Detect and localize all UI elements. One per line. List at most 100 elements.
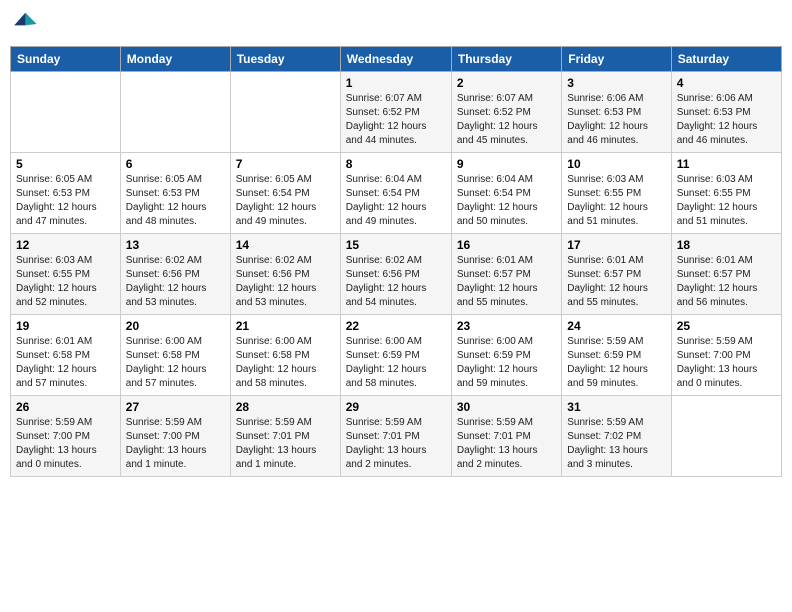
- day-number: 12: [16, 238, 115, 252]
- day-cell: 19Sunrise: 6:01 AM Sunset: 6:58 PM Dayli…: [11, 315, 121, 396]
- day-cell: 16 Sunrise: 6:01 AM Sunset: 6:57 PM Dayli…: [451, 234, 561, 315]
- header: [10, 10, 782, 38]
- day-cell: 24 Sunrise: 5:59 AM Sunset: 6:59 PM Dayli…: [562, 315, 671, 396]
- day-cell: 23Sunrise: 6:00 AM Sunset: 6:59 PM Dayli…: [451, 315, 561, 396]
- day-cell: 29 Sunrise: 5:59 AM Sunset: 7:01 PM Dayli…: [340, 396, 451, 477]
- day-info: Sunrise: 6:05 AM Sunset: 6:53 PM Dayligh…: [16, 173, 115, 229]
- day-info: Sunrise: 6:06 AM Sunset: 6:53 PM Dayligh…: [567, 92, 665, 148]
- day-info: Sunrise: 5:59 AM Sunset: 6:59 PM Dayligh…: [567, 335, 665, 391]
- day-number: 5: [16, 157, 115, 171]
- header-day-thursday: Thursday: [451, 47, 561, 72]
- day-cell: 10 Sunrise: 6:03 AM Sunset: 6:55 PM Dayli…: [562, 153, 671, 234]
- week-row-2: 5 Sunrise: 6:05 AM Sunset: 6:53 PM Daylig…: [11, 153, 782, 234]
- day-cell: 7 Sunrise: 6:05 AM Sunset: 6:54 PM Daylig…: [230, 153, 340, 234]
- day-number: 16: [457, 238, 556, 252]
- day-info: Sunrise: 6:03 AM Sunset: 6:55 PM Dayligh…: [567, 173, 665, 229]
- day-cell: 18 Sunrise: 6:01 AM Sunset: 6:57 PM Dayli…: [671, 234, 781, 315]
- day-info: Sunrise: 5:59 AM Sunset: 7:00 PM Dayligh…: [126, 416, 225, 472]
- day-cell: 12 Sunrise: 6:03 AM Sunset: 6:55 PM Dayli…: [11, 234, 121, 315]
- header-day-wednesday: Wednesday: [340, 47, 451, 72]
- day-cell: 25 Sunrise: 5:59 AM Sunset: 7:00 PM Dayli…: [671, 315, 781, 396]
- day-number: 26: [16, 400, 115, 414]
- day-info: Sunrise: 6:02 AM Sunset: 6:56 PM Dayligh…: [346, 254, 446, 310]
- day-number: 29: [346, 400, 446, 414]
- day-info: Sunrise: 6:05 AM Sunset: 6:53 PM Dayligh…: [126, 173, 225, 229]
- logo-icon: [10, 10, 38, 38]
- week-row-5: 26 Sunrise: 5:59 AM Sunset: 7:00 PM Dayli…: [11, 396, 782, 477]
- day-info: Sunrise: 5:59 AM Sunset: 7:00 PM Dayligh…: [16, 416, 115, 472]
- day-cell: 17 Sunrise: 6:01 AM Sunset: 6:57 PM Dayli…: [562, 234, 671, 315]
- week-row-1: 1 Sunrise: 6:07 AM Sunset: 6:52 PM Daylig…: [11, 72, 782, 153]
- day-number: 14: [236, 238, 335, 252]
- day-number: 13: [126, 238, 225, 252]
- day-number: 24: [567, 319, 665, 333]
- day-cell: 22 Sunrise: 6:00 AM Sunset: 6:59 PM Dayli…: [340, 315, 451, 396]
- day-number: 30: [457, 400, 556, 414]
- day-info: Sunrise: 6:00 AM Sunset: 6:58 PM Dayligh…: [236, 335, 335, 391]
- day-cell: 1 Sunrise: 6:07 AM Sunset: 6:52 PM Daylig…: [340, 72, 451, 153]
- day-number: 8: [346, 157, 446, 171]
- day-number: 19: [16, 319, 115, 333]
- day-info: Sunrise: 5:59 AM Sunset: 7:00 PM Dayligh…: [677, 335, 776, 391]
- day-info: Sunrise: 6:07 AM Sunset: 6:52 PM Dayligh…: [457, 92, 556, 148]
- header-day-monday: Monday: [120, 47, 230, 72]
- day-cell: 13 Sunrise: 6:02 AM Sunset: 6:56 PM Dayli…: [120, 234, 230, 315]
- day-cell: 9 Sunrise: 6:04 AM Sunset: 6:54 PM Daylig…: [451, 153, 561, 234]
- day-cell: [230, 72, 340, 153]
- day-number: 22: [346, 319, 446, 333]
- day-number: 17: [567, 238, 665, 252]
- day-number: 11: [677, 157, 776, 171]
- day-info: Sunrise: 6:00 AM Sunset: 6:59 PM Dayligh…: [457, 335, 556, 391]
- week-row-3: 12 Sunrise: 6:03 AM Sunset: 6:55 PM Dayli…: [11, 234, 782, 315]
- day-info: Sunrise: 5:59 AM Sunset: 7:01 PM Dayligh…: [236, 416, 335, 472]
- header-day-sunday: Sunday: [11, 47, 121, 72]
- day-info: Sunrise: 6:05 AM Sunset: 6:54 PM Dayligh…: [236, 173, 335, 229]
- day-info: Sunrise: 6:07 AM Sunset: 6:52 PM Dayligh…: [346, 92, 446, 148]
- day-info: Sunrise: 6:01 AM Sunset: 6:57 PM Dayligh…: [677, 254, 776, 310]
- day-number: 10: [567, 157, 665, 171]
- day-number: 18: [677, 238, 776, 252]
- day-info: Sunrise: 5:59 AM Sunset: 7:01 PM Dayligh…: [457, 416, 556, 472]
- day-cell: 27 Sunrise: 5:59 AM Sunset: 7:00 PM Dayli…: [120, 396, 230, 477]
- day-cell: 6 Sunrise: 6:05 AM Sunset: 6:53 PM Daylig…: [120, 153, 230, 234]
- header-row: SundayMondayTuesdayWednesdayThursdayFrid…: [11, 47, 782, 72]
- day-number: 3: [567, 76, 665, 90]
- day-cell: 8 Sunrise: 6:04 AM Sunset: 6:54 PM Daylig…: [340, 153, 451, 234]
- day-cell: [671, 396, 781, 477]
- day-number: 2: [457, 76, 556, 90]
- day-number: 9: [457, 157, 556, 171]
- header-day-tuesday: Tuesday: [230, 47, 340, 72]
- day-cell: 21 Sunrise: 6:00 AM Sunset: 6:58 PM Dayli…: [230, 315, 340, 396]
- day-cell: 4Sunrise: 6:06 AM Sunset: 6:53 PM Daylig…: [671, 72, 781, 153]
- day-cell: 3 Sunrise: 6:06 AM Sunset: 6:53 PM Daylig…: [562, 72, 671, 153]
- day-cell: 5 Sunrise: 6:05 AM Sunset: 6:53 PM Daylig…: [11, 153, 121, 234]
- day-number: 7: [236, 157, 335, 171]
- day-number: 27: [126, 400, 225, 414]
- day-number: 1: [346, 76, 446, 90]
- day-cell: 28Sunrise: 5:59 AM Sunset: 7:01 PM Dayli…: [230, 396, 340, 477]
- day-cell: 31 Sunrise: 5:59 AM Sunset: 7:02 PM Dayli…: [562, 396, 671, 477]
- day-info: Sunrise: 6:02 AM Sunset: 6:56 PM Dayligh…: [236, 254, 335, 310]
- day-cell: 20Sunrise: 6:00 AM Sunset: 6:58 PM Dayli…: [120, 315, 230, 396]
- day-info: Sunrise: 6:01 AM Sunset: 6:57 PM Dayligh…: [567, 254, 665, 310]
- day-info: Sunrise: 6:01 AM Sunset: 6:57 PM Dayligh…: [457, 254, 556, 310]
- day-info: Sunrise: 6:04 AM Sunset: 6:54 PM Dayligh…: [346, 173, 446, 229]
- day-info: Sunrise: 6:03 AM Sunset: 6:55 PM Dayligh…: [677, 173, 776, 229]
- day-number: 25: [677, 319, 776, 333]
- day-cell: 30 Sunrise: 5:59 AM Sunset: 7:01 PM Dayli…: [451, 396, 561, 477]
- day-cell: 14 Sunrise: 6:02 AM Sunset: 6:56 PM Dayli…: [230, 234, 340, 315]
- day-info: Sunrise: 6:03 AM Sunset: 6:55 PM Dayligh…: [16, 254, 115, 310]
- day-info: Sunrise: 6:02 AM Sunset: 6:56 PM Dayligh…: [126, 254, 225, 310]
- day-info: Sunrise: 6:04 AM Sunset: 6:54 PM Dayligh…: [457, 173, 556, 229]
- day-cell: 15Sunrise: 6:02 AM Sunset: 6:56 PM Dayli…: [340, 234, 451, 315]
- day-info: Sunrise: 6:00 AM Sunset: 6:59 PM Dayligh…: [346, 335, 446, 391]
- day-info: Sunrise: 5:59 AM Sunset: 7:01 PM Dayligh…: [346, 416, 446, 472]
- day-cell: 2 Sunrise: 6:07 AM Sunset: 6:52 PM Daylig…: [451, 72, 561, 153]
- day-cell: 11 Sunrise: 6:03 AM Sunset: 6:55 PM Dayli…: [671, 153, 781, 234]
- day-number: 21: [236, 319, 335, 333]
- day-number: 31: [567, 400, 665, 414]
- day-info: Sunrise: 6:06 AM Sunset: 6:53 PM Dayligh…: [677, 92, 776, 148]
- day-cell: [120, 72, 230, 153]
- day-number: 6: [126, 157, 225, 171]
- day-info: Sunrise: 5:59 AM Sunset: 7:02 PM Dayligh…: [567, 416, 665, 472]
